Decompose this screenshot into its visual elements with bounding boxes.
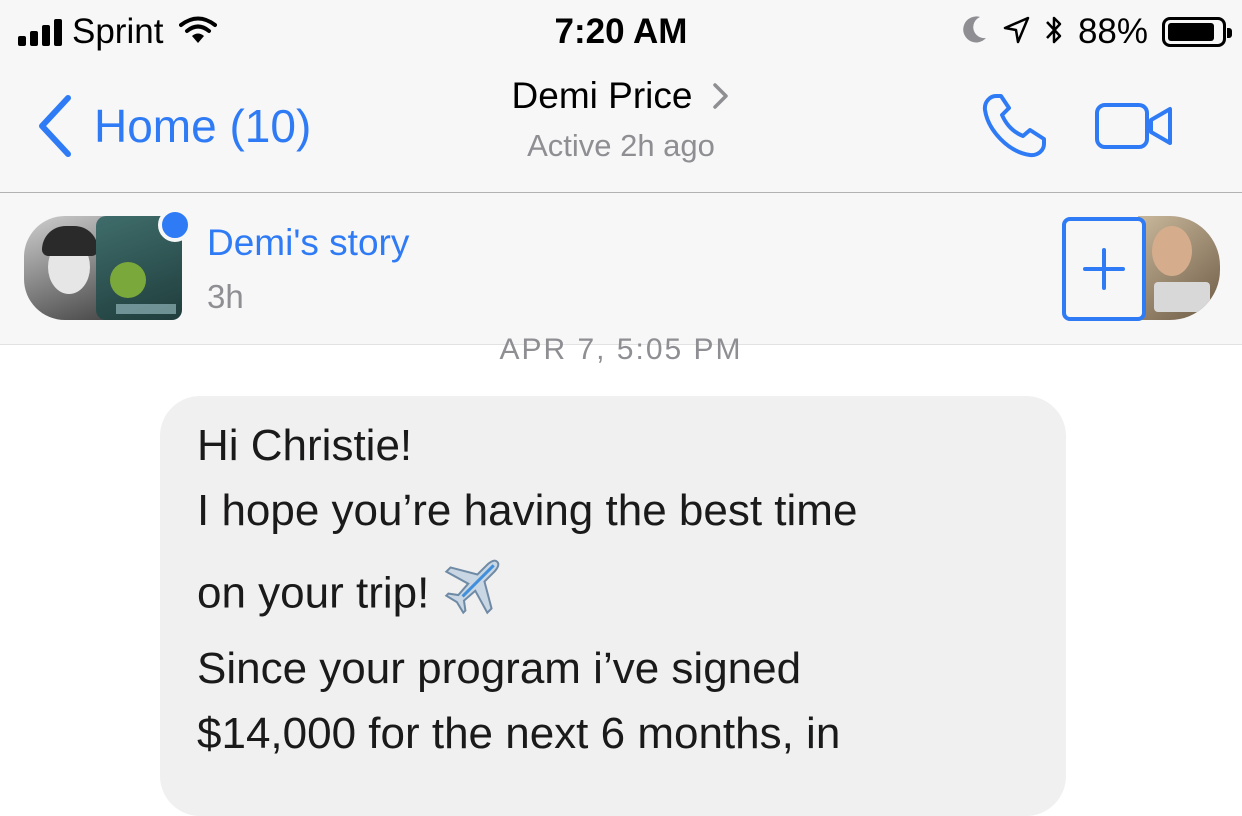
battery-fill bbox=[1168, 23, 1214, 41]
story-title[interactable]: Demi's story bbox=[207, 221, 409, 265]
video-camera-icon[interactable] bbox=[1094, 102, 1174, 155]
battery-percentage: 88% bbox=[1077, 12, 1148, 51]
chevron-right-icon bbox=[713, 83, 729, 109]
contact-status: Active 2h ago bbox=[527, 128, 715, 163]
add-story-button[interactable] bbox=[1062, 217, 1146, 321]
airplane-icon bbox=[443, 550, 509, 642]
contact-title[interactable]: Demi Price Active 2h ago bbox=[0, 74, 1242, 166]
plus-icon bbox=[1083, 248, 1125, 290]
message-line: Hi Christie! bbox=[197, 421, 413, 470]
conversation-header: Home (10) Demi Price Active 2h ago bbox=[0, 66, 1242, 193]
bluetooth-icon bbox=[1044, 13, 1064, 52]
message-line: on your trip! bbox=[197, 568, 430, 618]
contact-name: Demi Price bbox=[511, 75, 693, 116]
message-timestamp: APR 7, 5:05 PM bbox=[499, 333, 743, 366]
message-text: Hi Christie! I hope you’re having the be… bbox=[197, 420, 1027, 773]
my-avatar[interactable] bbox=[1138, 216, 1220, 320]
location-arrow-icon bbox=[1002, 14, 1030, 51]
message-line: $14,000 for the next 6 months, in bbox=[197, 709, 841, 758]
story-time: 3h bbox=[207, 278, 244, 315]
message-line-with-emoji: on your trip! bbox=[197, 550, 1027, 630]
battery-icon bbox=[1162, 17, 1232, 47]
moon-icon bbox=[960, 14, 988, 51]
status-bar: Sprint 7:20 AM 88% bbox=[0, 0, 1242, 66]
status-right: 88% bbox=[960, 12, 1232, 52]
unseen-story-dot bbox=[158, 208, 192, 242]
message-line: I hope you’re having the best time bbox=[197, 486, 858, 535]
phone-icon[interactable] bbox=[980, 92, 1048, 165]
avatar[interactable] bbox=[24, 216, 106, 320]
message-line: Since your program i’ve signed bbox=[197, 644, 802, 693]
